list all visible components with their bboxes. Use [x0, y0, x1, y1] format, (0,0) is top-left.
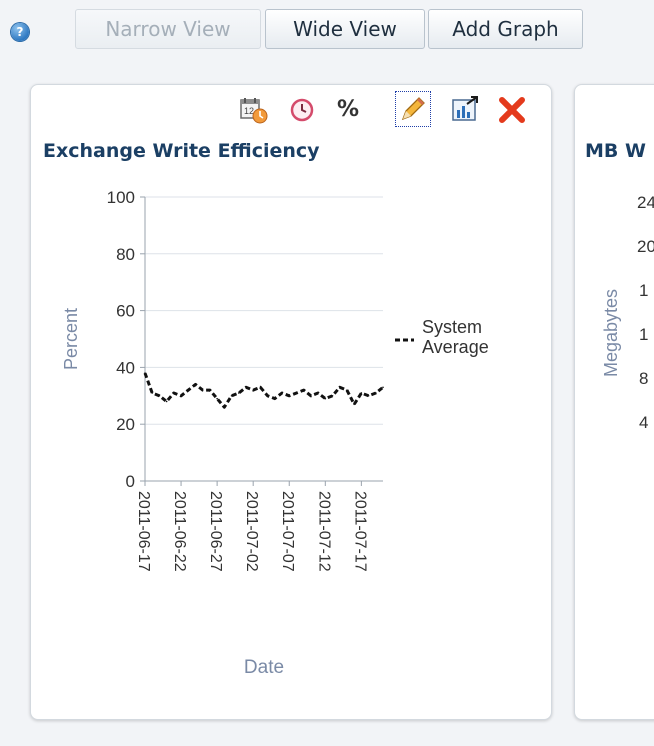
- y-tick-label: 4: [639, 413, 649, 432]
- data-point: [266, 395, 269, 397]
- y-tick-label: 80: [116, 245, 135, 264]
- data-point: [180, 395, 182, 397]
- x-axis-label: Date: [244, 657, 284, 678]
- percent-icon[interactable]: %: [337, 97, 359, 123]
- data-point: [187, 389, 190, 391]
- data-point: [201, 389, 204, 391]
- y-tick-label: 20: [637, 237, 654, 256]
- data-point: [367, 395, 370, 397]
- line-chart: 0 20 40 60 80 100 2011-06-17 2011-06-22 2011-06-…: [61, 188, 489, 678]
- x-tick-label: 2011-06-27: [207, 491, 224, 572]
- close-x-icon[interactable]: [497, 95, 527, 125]
- y-axis-label: Megabytes: [601, 288, 621, 377]
- pencil-glyph: [401, 97, 425, 121]
- data-point: [331, 395, 334, 397]
- data-point: [173, 392, 175, 394]
- calendar-clock-icon[interactable]: 12: [239, 97, 269, 125]
- y-tick-label: 60: [116, 302, 135, 321]
- data-point: [374, 392, 377, 394]
- y-tick-label: 100: [107, 188, 135, 207]
- data-point: [302, 389, 305, 391]
- data-point: [237, 392, 240, 394]
- graph-title: Exchange Write Efficiency: [43, 140, 320, 162]
- clock-icon[interactable]: [289, 97, 315, 123]
- legend-label: System Average: [422, 317, 489, 357]
- x-tick-label: 2011-07-12: [315, 491, 332, 572]
- graph-title: MB W: [585, 140, 646, 162]
- x-tick-label: 2011-07-07: [279, 491, 296, 572]
- narrow-view-button[interactable]: Narrow View: [75, 9, 261, 49]
- data-point: [310, 395, 312, 397]
- y-tick-label: 24: [637, 193, 654, 212]
- data-point: [194, 383, 197, 386]
- y-tick-label: 1: [639, 281, 649, 300]
- maximize-chart-icon[interactable]: [451, 95, 481, 123]
- data-point: [165, 400, 168, 403]
- data-point: [259, 386, 262, 389]
- data-point: [295, 392, 298, 394]
- x-tick-label: 2011-07-17: [351, 491, 368, 572]
- data-point: [223, 406, 226, 408]
- data-point: [230, 395, 233, 397]
- add-graph-button[interactable]: Add Graph: [428, 9, 583, 49]
- y-axis-label: Percent: [61, 308, 81, 370]
- y-tick-label: 8: [639, 369, 649, 388]
- y-tick-label: 40: [116, 358, 135, 377]
- data-point: [245, 386, 247, 389]
- data-point: [338, 386, 341, 389]
- data-point: [274, 397, 276, 400]
- wide-view-button[interactable]: Wide View: [265, 9, 425, 49]
- view-toolbar: ? Narrow View Wide View Add Graph: [0, 0, 654, 60]
- data-point: [158, 395, 161, 397]
- data-point: [209, 389, 211, 391]
- help-icon[interactable]: ?: [11, 23, 29, 41]
- x-tick-label: 2011-07-02: [243, 491, 260, 572]
- data-point: [382, 386, 384, 389]
- data-point: [360, 392, 363, 394]
- pencil-edit-icon[interactable]: [395, 91, 431, 127]
- data-point: [317, 392, 319, 394]
- data-point: [288, 395, 291, 397]
- data-point: [151, 392, 154, 394]
- data-point: [144, 372, 146, 374]
- y-tick-label: 20: [116, 415, 135, 434]
- data-point: [324, 397, 327, 400]
- data-point: [346, 389, 348, 391]
- data-point: [252, 389, 254, 391]
- data-point: [216, 397, 218, 400]
- svg-text:12: 12: [244, 106, 254, 116]
- x-tick-label: 2011-06-17: [135, 491, 152, 572]
- graph-panel-mb-written: MB W Megabytes 24 20 1 1 8 4: [574, 84, 654, 720]
- y-tick-label: 0: [126, 472, 135, 491]
- y-tick-label: 1: [639, 325, 649, 344]
- data-point: [353, 403, 355, 406]
- graph-panel-exchange-write-efficiency: 12 % Exchange Write Efficiency 0 20 40 60 80…: [30, 84, 552, 720]
- x-tick-label: 2011-06-22: [171, 491, 188, 572]
- data-point: [281, 392, 283, 394]
